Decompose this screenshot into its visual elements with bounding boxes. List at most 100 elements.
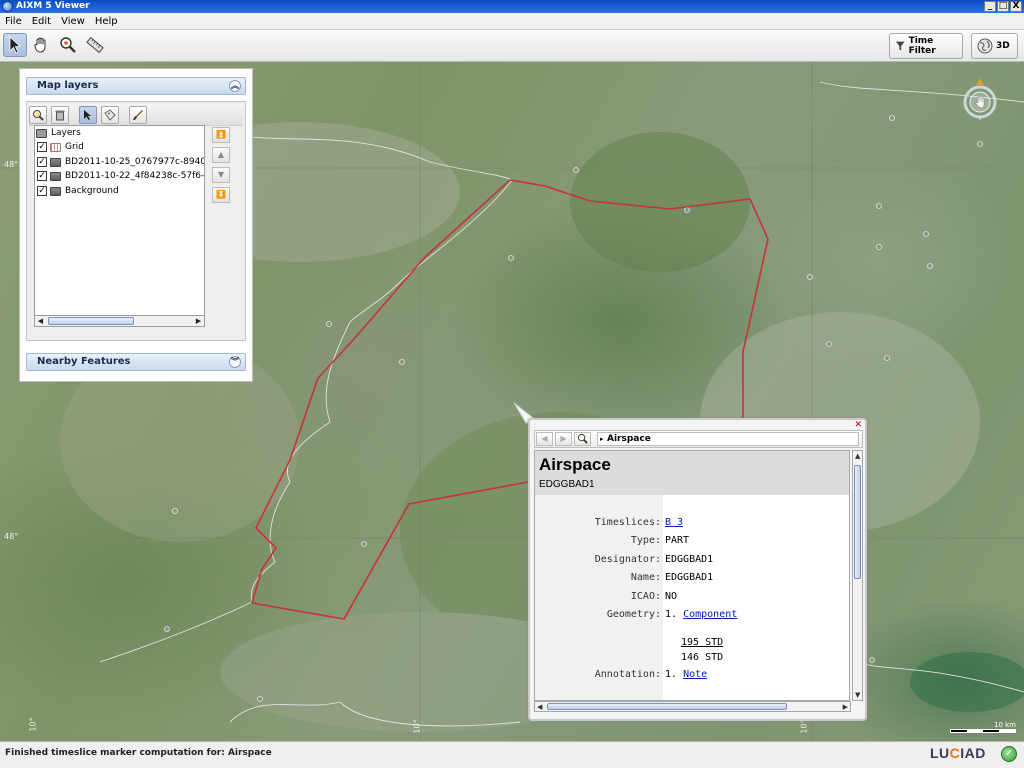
scroll-thumb[interactable] (547, 703, 787, 710)
layer-row-root[interactable]: Layers (36, 126, 81, 140)
close-button[interactable]: X (1010, 1, 1022, 12)
layer-checkbox[interactable]: ✓ (37, 186, 47, 196)
property-value: EDGGBAD1 (665, 572, 714, 583)
layer-tree-hscroll[interactable]: ◀ ▶ (34, 315, 205, 327)
layer-row-bd1[interactable]: ✓ BD2011-10-25_0767977c-8940 (37, 155, 204, 169)
balloon-vscroll[interactable]: ▲ ▼ (852, 450, 863, 701)
scroll-up-icon[interactable]: ▲ (855, 452, 860, 460)
select-tool-button[interactable] (3, 33, 27, 57)
list-index: 1. (665, 669, 678, 680)
scroll-thumb[interactable] (48, 317, 134, 325)
move-down-icon: ▼ (217, 170, 225, 179)
layer-toolbar (29, 104, 243, 126)
compass-control[interactable] (959, 78, 1001, 120)
longitude-label: 10° (412, 719, 422, 734)
measure-tool-button[interactable] (83, 33, 107, 57)
scroll-right-icon[interactable]: ▶ (843, 703, 848, 711)
layer-checkbox[interactable]: ✓ (37, 142, 47, 152)
status-message: Finished timeslice marker computation fo… (5, 748, 272, 758)
lower-limit-value: 146 STD (681, 652, 724, 663)
longitude-label: 10° (799, 719, 809, 734)
property-key: Designator: (594, 554, 661, 565)
select-layer-button[interactable] (79, 106, 97, 124)
find-layer-button[interactable] (29, 106, 47, 124)
luciad-logo: LUCIAD (930, 745, 986, 761)
layer-order-buttons: ⏫ ▲ ▼ ⏬ (212, 127, 232, 207)
move-bottom-button[interactable]: ⏬ (212, 187, 230, 203)
zoom-magnifier-icon (60, 37, 76, 53)
app-icon (2, 1, 13, 12)
back-button[interactable]: ◀ (536, 432, 553, 446)
feature-info-balloon: ✕ ◀ ▶ Airspace Airspace EDGGBAD1 Timesli… (528, 418, 867, 721)
move-top-button[interactable]: ⏫ (212, 127, 230, 143)
balloon-breadcrumb[interactable]: Airspace (597, 432, 859, 446)
style-layer-button[interactable] (129, 106, 147, 124)
view-3d-button[interactable]: 3D (971, 33, 1018, 59)
layer-tree: Layers ✓ Grid ✓ BD2011-10-25_0767977c-89… (34, 125, 205, 316)
map-layers-panel: Map layers ︽ Layers ✓ Grid ✓ BD2011-10-2… (19, 68, 253, 382)
layer-label: Grid (65, 142, 84, 152)
map-layers-header[interactable]: Map layers ︽ (26, 77, 246, 95)
grid-icon (50, 142, 61, 152)
layer-checkbox[interactable]: ✓ (37, 171, 47, 181)
menu-file[interactable]: File (0, 13, 27, 29)
scale-label: 10 km (993, 721, 1016, 729)
label-layer-button[interactable] (101, 106, 119, 124)
component-link[interactable]: Component (683, 609, 737, 620)
move-up-button[interactable]: ▲ (212, 147, 230, 163)
move-down-button[interactable]: ▼ (212, 167, 230, 183)
zoom-tool-button[interactable] (56, 33, 80, 57)
list-index: 1. (665, 609, 678, 620)
longitude-label: 10° (28, 717, 38, 732)
ruler-icon (86, 36, 104, 54)
timeslices-link[interactable]: B 3 (665, 515, 683, 531)
pan-tool-button[interactable] (29, 33, 53, 57)
layer-label: BD2011-10-22_4f84238c-57f6- (65, 171, 205, 181)
property-key: Geometry: (606, 609, 661, 620)
layer-row-grid[interactable]: ✓ Grid (37, 140, 84, 154)
maximize-button[interactable]: □ (997, 1, 1009, 12)
layer-icon (50, 157, 61, 167)
scroll-down-icon[interactable]: ▼ (855, 691, 860, 699)
menu-help[interactable]: Help (90, 13, 123, 29)
scale-graphic (950, 729, 1016, 733)
latitude-label: 48° (4, 532, 19, 541)
status-bar: Finished timeslice marker computation fo… (0, 741, 1024, 768)
compass-icon (963, 78, 997, 120)
balloon-close-icon[interactable]: ✕ (854, 420, 862, 430)
balloon-hscroll[interactable]: ◀ ▶ (534, 701, 851, 712)
property-key: Annotation: (594, 669, 661, 680)
layer-row-background[interactable]: ✓ Background (37, 184, 119, 198)
move-top-icon: ⏫ (216, 130, 226, 139)
note-link[interactable]: Note (683, 669, 707, 680)
property-row-timeslices: Timeslices: B 3 (535, 515, 849, 531)
layer-checkbox[interactable]: ✓ (37, 157, 47, 167)
property-value: 1. Note (665, 667, 707, 683)
expand-down-icon[interactable]: ︾ (229, 356, 241, 368)
layer-row-bd2[interactable]: ✓ BD2011-10-22_4f84238c-57f6- (37, 169, 204, 183)
move-up-icon: ▲ (217, 150, 225, 159)
property-key: Timeslices: (594, 517, 661, 528)
time-filter-button[interactable]: Time Filter (889, 33, 963, 59)
menu-view[interactable]: View (56, 13, 90, 29)
find-layer-icon (33, 110, 44, 121)
delete-icon (55, 110, 65, 121)
scroll-right-icon[interactable]: ▶ (193, 316, 204, 326)
time-filter-label: Time Filter (908, 36, 936, 56)
nearby-features-header[interactable]: Nearby Features ︾ (26, 353, 246, 371)
delete-layer-button[interactable] (51, 106, 69, 124)
collapse-up-icon[interactable]: ︽ (229, 80, 241, 92)
minimize-button[interactable]: _ (984, 1, 996, 12)
globe-icon (977, 38, 993, 54)
feature-subtitle: EDGGBAD1 (539, 479, 595, 490)
forward-button[interactable]: ▶ (555, 432, 572, 446)
forward-arrow-icon: ▶ (560, 434, 567, 443)
toolbar: Time Filter 3D (0, 30, 1024, 62)
filter-icon (895, 41, 905, 51)
menu-edit[interactable]: Edit (27, 13, 56, 29)
scroll-left-icon[interactable]: ◀ (537, 703, 542, 711)
scroll-thumb[interactable] (854, 465, 861, 579)
scroll-left-icon[interactable]: ◀ (35, 316, 46, 326)
zoom-to-feature-button[interactable] (574, 432, 591, 446)
layer-icon (50, 171, 61, 181)
